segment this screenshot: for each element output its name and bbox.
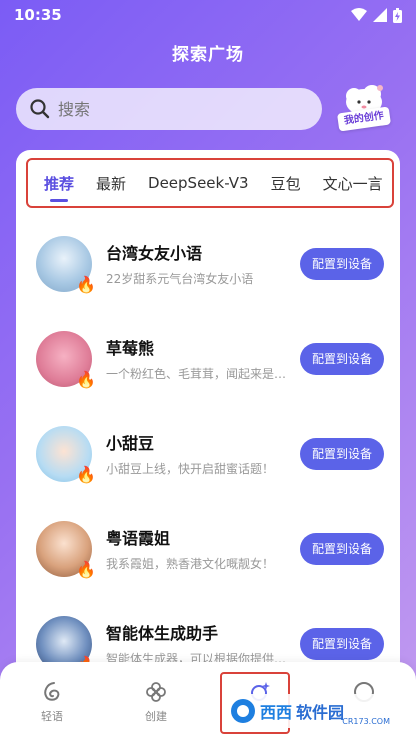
item-name: 智能体生成助手	[106, 624, 219, 643]
tab-latest[interactable]: 最新	[96, 173, 126, 194]
page-title: 探索广场	[172, 45, 244, 65]
tab-doubao[interactable]: 豆包	[271, 173, 301, 194]
status-time: 10:35	[14, 6, 62, 24]
avatar: 🔥	[36, 520, 96, 579]
watermark-logo-icon	[231, 699, 255, 723]
nav-label: 轻语	[41, 710, 63, 723]
configure-device-button[interactable]: 配置到设备	[300, 342, 384, 375]
flower-icon	[146, 682, 166, 702]
item-info: 小甜豆 小甜豆上线，快开启甜蜜话题！	[106, 430, 296, 477]
fire-icon: 🔥	[76, 369, 96, 389]
avatar: 🔥	[36, 425, 96, 484]
agent-list: 🔥 台湾女友小语 22岁甜系元气台湾女友小语 配置到设备 🔥 草莓熊 一个粉红色…	[16, 216, 400, 691]
item-desc: 小甜豆上线，快开启甜蜜话题！	[106, 462, 275, 476]
item-name: 台湾女友小语	[106, 244, 203, 263]
configure-device-button[interactable]: 配置到设备	[300, 627, 384, 660]
item-desc: 22岁甜系元气台湾女友小语	[106, 272, 254, 286]
item-desc: 我系霞姐，熟香港文化嘅靓女！	[106, 557, 275, 571]
tab-deepseek[interactable]: DeepSeek-V3	[148, 174, 249, 192]
explore-card: 推荐 最新 DeepSeek-V3 豆包 文心一言 🔥 台湾女友小语 22岁甜系…	[16, 150, 400, 710]
item-name: 粤语霞姐	[106, 529, 171, 548]
list-item[interactable]: 🔥 草莓熊 一个粉红色、毛茸茸，闻起来是… 配置到设备	[16, 311, 400, 406]
item-info: 智能体生成助手 智能体生成器，可以根据你提供…	[106, 620, 296, 667]
item-info: 台湾女友小语 22岁甜系元气台湾女友小语	[106, 240, 296, 287]
fire-icon: 🔥	[76, 559, 96, 579]
configure-device-button[interactable]: 配置到设备	[300, 532, 384, 565]
my-creation-button[interactable]: 我的创作	[334, 80, 394, 132]
nav-item-create[interactable]: 创建	[104, 662, 208, 740]
avatar: 🔥	[36, 235, 96, 294]
status-bar: 10:35	[0, 0, 416, 30]
nav-item-qingyu[interactable]: 轻语	[0, 662, 104, 740]
battery-icon	[393, 7, 402, 23]
nav-label: 创建	[145, 710, 167, 723]
watermark-brand: 西西	[260, 703, 293, 722]
category-tabs: 推荐 最新 DeepSeek-V3 豆包 文心一言	[26, 158, 394, 208]
item-name: 草莓熊	[106, 339, 155, 358]
search-icon	[30, 99, 50, 119]
list-item[interactable]: 🔥 小甜豆 小甜豆上线，快开启甜蜜话题！ 配置到设备	[16, 406, 400, 501]
search-input[interactable]	[58, 99, 278, 119]
status-icons	[351, 7, 402, 23]
configure-device-button[interactable]: 配置到设备	[300, 247, 384, 280]
item-desc: 一个粉红色、毛茸茸，闻起来是…	[106, 367, 287, 381]
configure-device-button[interactable]: 配置到设备	[300, 437, 384, 470]
item-info: 粤语霞姐 我系霞姐，熟香港文化嘅靓女！	[106, 525, 296, 572]
item-info: 草莓熊 一个粉红色、毛茸茸，闻起来是…	[106, 335, 296, 382]
fire-icon: 🔥	[76, 274, 96, 294]
wifi-icon	[351, 8, 367, 21]
fire-icon: 🔥	[76, 464, 96, 484]
watermark-site: 软件园	[296, 703, 345, 722]
list-item[interactable]: 🔥 粤语霞姐 我系霞姐，熟香港文化嘅靓女！ 配置到设备	[16, 501, 400, 596]
signal-icon	[373, 8, 387, 22]
avatar: 🔥	[36, 330, 96, 389]
watermark-domain: CR173.COM	[342, 717, 390, 726]
list-item[interactable]: 🔥 台湾女友小语 22岁甜系元气台湾女友小语 配置到设备	[16, 216, 400, 311]
wave-icon	[44, 682, 60, 701]
search-bar[interactable]	[16, 88, 322, 130]
tab-wenxin[interactable]: 文心一言	[323, 173, 383, 194]
tab-recommended[interactable]: 推荐	[44, 173, 74, 194]
item-name: 小甜豆	[106, 434, 155, 453]
watermark-logo: 西西 软件园 CR173.COM	[226, 694, 398, 728]
